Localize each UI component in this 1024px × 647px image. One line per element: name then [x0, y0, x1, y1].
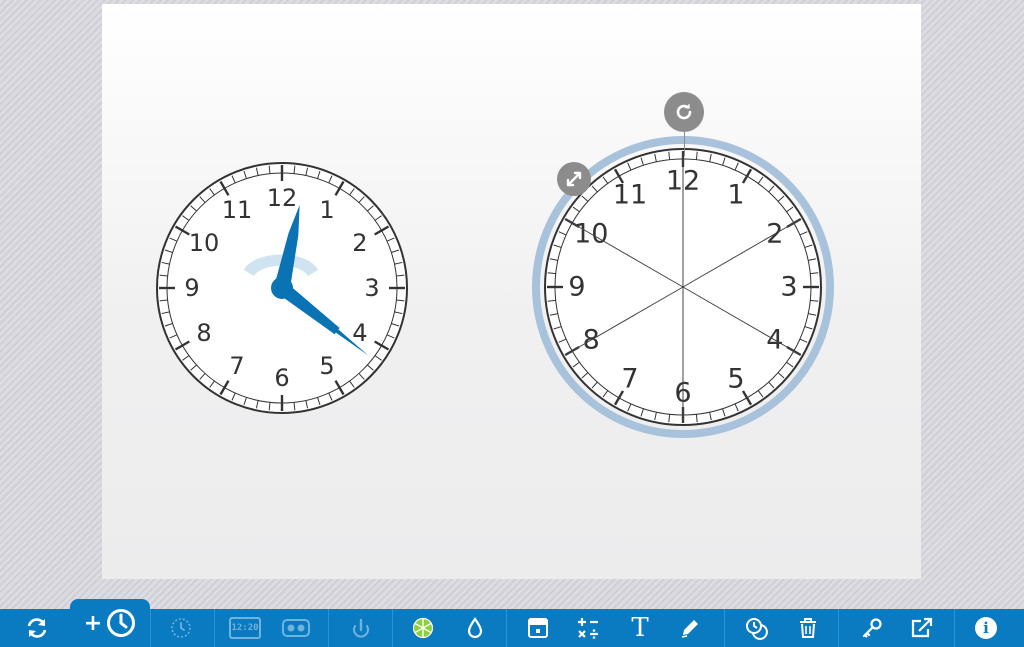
clock-number: 3 — [364, 274, 379, 302]
info-button[interactable]: i — [964, 609, 1008, 647]
toolbar-separator — [724, 609, 725, 647]
toolbar-separator — [150, 609, 151, 647]
resize-handle[interactable] — [557, 162, 591, 196]
add-plus-label: + — [83, 610, 103, 636]
duplicate-clock-icon — [746, 618, 768, 640]
color-drop-button[interactable] — [454, 609, 496, 647]
fraction-wheel-icon — [412, 617, 434, 639]
clock-number: 5 — [727, 363, 744, 394]
digital-clock-icon: 12:20 — [229, 617, 261, 639]
info-icon: i — [975, 617, 997, 639]
toolbar-separator — [506, 609, 507, 647]
text-button[interactable]: T — [618, 609, 662, 647]
clock-number: 7 — [229, 352, 244, 380]
clock-number: 12 — [267, 184, 298, 212]
rotate-handle[interactable] — [664, 92, 704, 132]
center-cap — [271, 277, 293, 299]
clock-number: 9 — [568, 272, 585, 303]
math-operations-icon — [578, 618, 598, 639]
clock-number: 3 — [780, 272, 797, 303]
add-clock-icon — [107, 609, 136, 637]
toolbar-separator — [328, 609, 329, 647]
clock-number: 11 — [222, 196, 253, 224]
clock-number: 11 — [613, 180, 647, 211]
pen-button[interactable] — [668, 609, 712, 647]
color-drop-icon — [467, 617, 483, 639]
text-icon: T — [631, 613, 649, 643]
analog-clock-left[interactable]: 12 12 3 45 6 78 9 1011 — [152, 158, 412, 418]
analog-clock-button[interactable] — [160, 609, 202, 647]
share-button[interactable] — [900, 609, 944, 647]
share-icon — [911, 617, 933, 638]
rotate-handle-stem — [684, 132, 685, 156]
clock-number: 2 — [352, 229, 367, 257]
rotate-icon — [676, 103, 692, 120]
tape-icon — [282, 619, 310, 637]
clock-number: 1 — [319, 196, 334, 224]
resize-arrows-icon — [566, 171, 582, 187]
trash-icon — [800, 618, 816, 638]
reset-button[interactable] — [15, 609, 59, 647]
add-clock-button[interactable]: + — [70, 599, 150, 647]
clock-number: 4 — [352, 319, 367, 347]
duplicate-button[interactable] — [734, 609, 778, 647]
settings-key-icon — [862, 618, 882, 638]
toolbar-separator — [392, 609, 393, 647]
toolbar-separator — [954, 609, 955, 647]
delete-button[interactable] — [786, 609, 830, 647]
clock-number: 1 — [727, 180, 744, 211]
bottom-toolbar: + 12:20 T i — [0, 599, 1024, 647]
workspace-canvas[interactable]: 121234567891011 121234567891011 — [102, 4, 921, 579]
calendar-card-icon — [528, 618, 548, 638]
clock-number: 6 — [274, 364, 289, 392]
reset-icon — [27, 618, 47, 638]
math-operations-button[interactable] — [566, 609, 610, 647]
tape-button[interactable] — [274, 609, 318, 647]
settings-button[interactable] — [850, 609, 894, 647]
rotate-hand-button[interactable] — [340, 609, 382, 647]
toolbar-separator — [838, 609, 839, 647]
clock-number: 8 — [196, 319, 211, 347]
analog-clock-icon — [171, 618, 191, 638]
pen-icon — [681, 620, 698, 638]
clock-number: 5 — [319, 352, 334, 380]
fraction-wheel-button[interactable] — [402, 609, 444, 647]
digital-clock-label: 12:20 — [231, 623, 259, 633]
clock-number: 7 — [621, 363, 638, 394]
clock-number: 10 — [189, 229, 220, 257]
toolbar-separator — [214, 609, 215, 647]
digital-clock-button[interactable]: 12:20 — [224, 609, 266, 647]
clock-number: 9 — [184, 274, 199, 302]
calendar-card-button[interactable] — [516, 609, 560, 647]
info-label: i — [983, 619, 989, 637]
rotate-hand-icon — [353, 618, 369, 638]
